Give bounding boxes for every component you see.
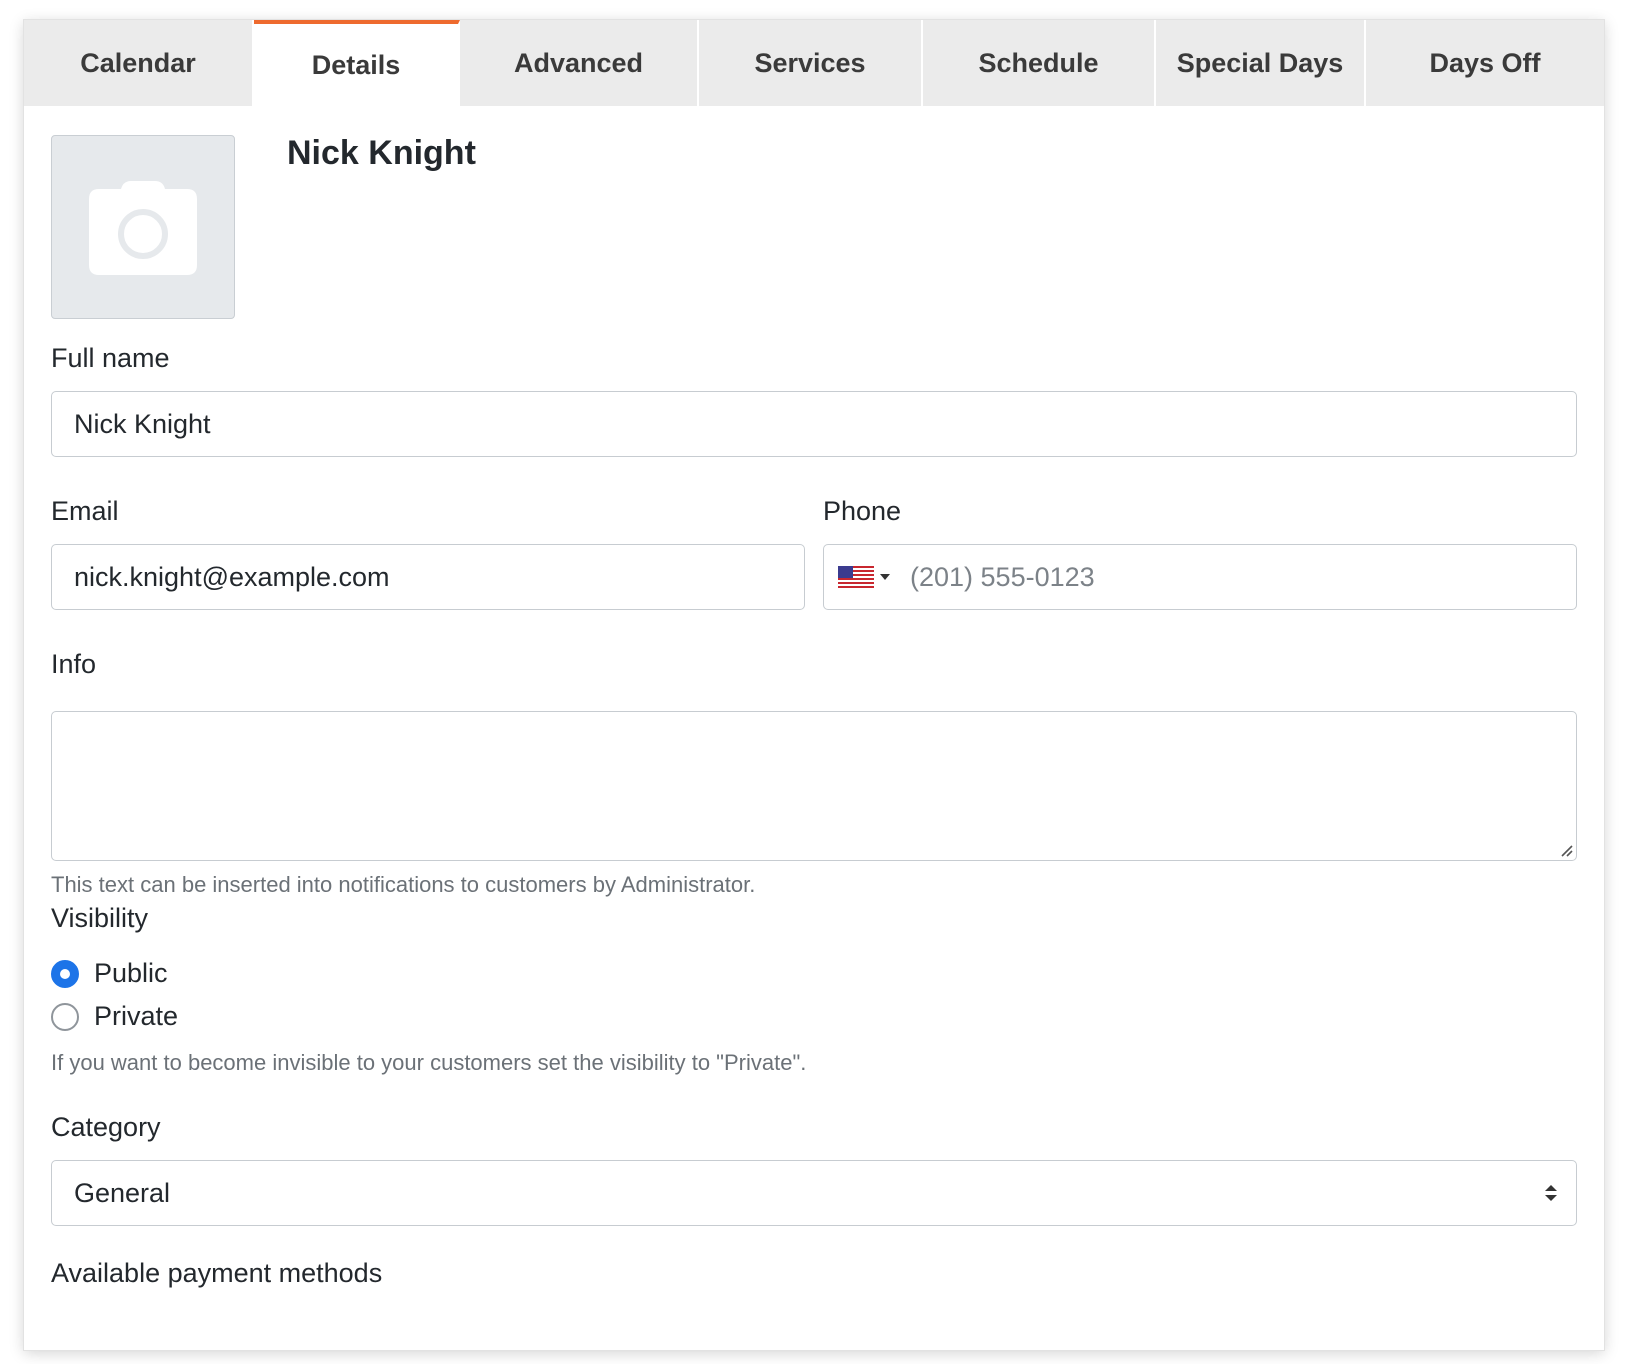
staff-editor-panel: Calendar Details Advanced Services Sched… xyxy=(24,20,1604,1350)
country-selector[interactable] xyxy=(838,566,892,588)
info-hint: This text can be inserted into notificat… xyxy=(51,872,756,897)
phone-input[interactable]: (201) 555-0123 xyxy=(823,544,1577,610)
visibility-private-radio[interactable] xyxy=(51,1002,79,1031)
tab-details[interactable]: Details xyxy=(254,20,460,106)
email-input[interactable]: nick.knight@example.com xyxy=(51,544,805,610)
staff-name-heading: Nick Knight xyxy=(287,134,476,172)
chevron-down-icon xyxy=(880,574,890,580)
select-arrows-icon xyxy=(1545,1185,1557,1201)
visibility-public-option[interactable]: Public xyxy=(51,958,168,989)
tab-schedule[interactable]: Schedule xyxy=(923,20,1156,106)
us-flag-icon xyxy=(838,566,874,588)
full-name-input[interactable]: Nick Knight xyxy=(51,391,1577,457)
avatar-upload[interactable] xyxy=(51,135,235,319)
category-select[interactable]: General xyxy=(51,1160,1577,1226)
tab-calendar[interactable]: Calendar xyxy=(24,20,254,106)
payment-methods-label: Available payment methods xyxy=(51,1258,383,1288)
visibility-private-label: Private xyxy=(94,1001,179,1031)
info-label: Info xyxy=(51,649,97,679)
tab-special-days[interactable]: Special Days xyxy=(1156,20,1366,106)
phone-placeholder: (201) 555-0123 xyxy=(910,561,1095,592)
visibility-hint: If you want to become invisible to your … xyxy=(51,1050,807,1075)
visibility-public-radio[interactable] xyxy=(51,959,79,988)
camera-icon xyxy=(89,181,197,275)
phone-label: Phone xyxy=(823,496,902,526)
info-textarea[interactable] xyxy=(51,711,1577,861)
visibility-public-label: Public xyxy=(94,958,168,988)
email-value: nick.knight@example.com xyxy=(74,561,390,592)
category-label: Category xyxy=(51,1112,161,1142)
resize-handle-icon[interactable] xyxy=(1558,842,1574,858)
visibility-label: Visibility xyxy=(51,903,149,933)
visibility-private-option[interactable]: Private xyxy=(51,1001,178,1032)
tab-advanced[interactable]: Advanced xyxy=(460,20,699,106)
category-selected-value: General xyxy=(74,1177,171,1208)
full-name-label: Full name xyxy=(51,343,170,373)
email-label: Email xyxy=(51,496,119,526)
full-name-value: Nick Knight xyxy=(74,408,211,439)
tab-services[interactable]: Services xyxy=(699,20,923,106)
tab-days-off[interactable]: Days Off xyxy=(1366,20,1604,106)
tab-bar: Calendar Details Advanced Services Sched… xyxy=(24,20,1604,106)
